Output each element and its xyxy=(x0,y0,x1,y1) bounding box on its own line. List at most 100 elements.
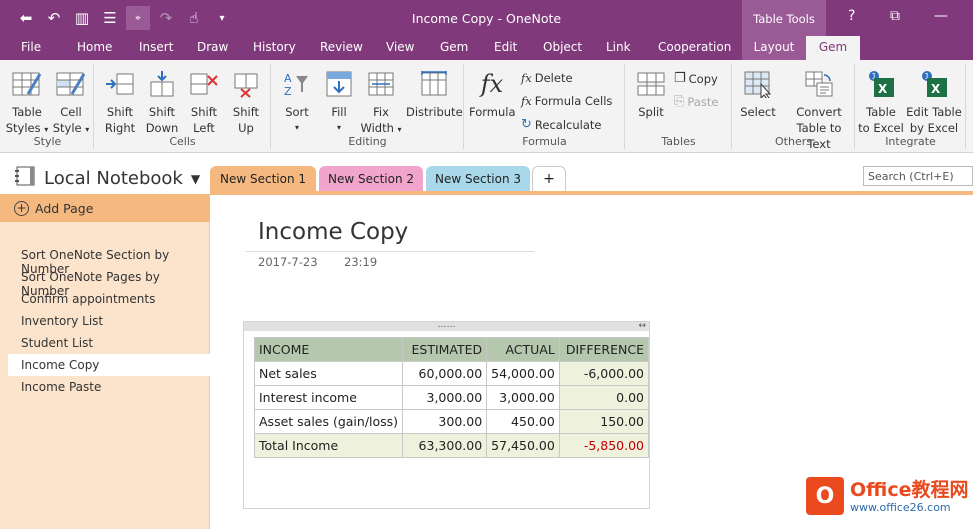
page-item[interactable]: Confirm appointments xyxy=(8,288,210,310)
edit-table-by-excel-button[interactable]: 1X Edit Table by Excel xyxy=(904,66,964,136)
table-cell[interactable]: 3,000.00 xyxy=(486,385,560,410)
copy-button[interactable]: ❐ Copy xyxy=(674,71,718,86)
table-cell[interactable]: 60,000.00 xyxy=(402,361,488,386)
tab-gem[interactable]: Gem xyxy=(440,40,468,54)
tab-draw[interactable]: Draw xyxy=(197,40,228,54)
notebook-selector[interactable]: Local Notebook ▼ xyxy=(14,166,200,191)
group-label: Style xyxy=(33,135,62,148)
shift-left-button[interactable]: Shift Left xyxy=(181,66,227,136)
split-button[interactable]: Split xyxy=(628,66,674,120)
fill-label: Fill xyxy=(331,105,347,119)
fix-width-icon xyxy=(365,68,397,100)
distribute-button[interactable]: Distribute xyxy=(406,66,463,120)
table-cell[interactable]: 0.00 xyxy=(558,385,650,410)
table-cell[interactable]: 3,000.00 xyxy=(402,385,488,410)
tab-file[interactable]: File xyxy=(21,40,41,54)
tab-gem-table[interactable]: Gem xyxy=(806,36,860,61)
header-cell[interactable]: ESTIMATED xyxy=(402,337,488,362)
table-cell[interactable]: 300.00 xyxy=(402,409,488,434)
table-cell[interactable]: Asset sales (gain/loss) xyxy=(253,409,404,434)
note-container[interactable]: …… ↔ INCOME ESTIMATED ACTUAL DIFFERENCE N… xyxy=(243,321,650,509)
page-item[interactable]: Sort OneNote Section by Number xyxy=(8,244,210,276)
page-item[interactable]: Income Paste xyxy=(8,376,210,398)
table-cell[interactable]: -6,000.00 xyxy=(558,361,650,386)
table-cell[interactable]: 150.00 xyxy=(558,409,650,434)
table-cell[interactable]: -5,850.00 xyxy=(558,433,650,458)
chevron-down-icon: ▼ xyxy=(190,171,201,186)
recalculate-button[interactable]: ↻ Recalculate xyxy=(521,117,601,132)
distribute-icon xyxy=(418,68,450,100)
help-button[interactable]: ? xyxy=(848,8,855,24)
table-cell[interactable]: 450.00 xyxy=(486,409,560,434)
sort-button[interactable]: AZ Sort ▾ xyxy=(274,66,320,136)
chevron-down-icon: ▾ xyxy=(85,125,90,134)
delete-formula-button[interactable]: fx Delete xyxy=(521,71,573,85)
select-label: Select xyxy=(740,105,776,119)
shift-up-button[interactable]: Shift Up xyxy=(223,66,269,136)
tab-object[interactable]: Object xyxy=(543,40,582,54)
chevron-down-icon: ▾ xyxy=(397,125,402,134)
table-to-excel-button[interactable]: 1X Table to Excel xyxy=(858,66,904,136)
table-row: Net sales 60,000.00 54,000.00 -6,000.00 xyxy=(253,361,650,386)
shift-right-button[interactable]: Shift Right xyxy=(97,66,143,136)
page-item-selected[interactable]: Income Copy xyxy=(8,354,210,376)
table-cell[interactable]: Interest income xyxy=(253,385,404,410)
add-section-button[interactable]: + xyxy=(532,166,566,192)
tab-insert[interactable]: Insert xyxy=(139,40,173,54)
page-title[interactable]: Income Copy xyxy=(258,219,408,245)
table-styles-button[interactable]: Table Styles ▾ xyxy=(4,66,50,138)
select-table-icon xyxy=(742,68,774,100)
ribbon-tabs: File Home Insert Draw History Review Vie… xyxy=(0,36,973,61)
group-tables: Split ❐ Copy ⎘ Paste Tables xyxy=(626,64,732,149)
table-cell[interactable]: 54,000.00 xyxy=(486,361,560,386)
tab-cooperation[interactable]: Cooperation xyxy=(658,40,731,54)
section-tab-2[interactable]: New Section 2 xyxy=(319,166,423,192)
formula-label: Formula xyxy=(469,105,516,119)
split-table-icon xyxy=(635,68,667,100)
delete-label: Delete xyxy=(534,71,573,85)
paste-button[interactable]: ⎘ Paste xyxy=(674,94,718,109)
tab-layout[interactable]: Layout xyxy=(742,36,806,60)
table-cell[interactable]: Total Income xyxy=(253,433,404,458)
formula-button[interactable]: fx Formula xyxy=(469,66,516,120)
header-cell[interactable]: ACTUAL xyxy=(486,337,560,362)
add-page-button[interactable]: + Add Page xyxy=(0,194,210,222)
tab-review[interactable]: Review xyxy=(320,40,363,54)
distribute-label: Distribute xyxy=(406,105,463,119)
cell-style-label-2: Style xyxy=(52,121,82,135)
select-button[interactable]: Select xyxy=(735,66,781,120)
header-cell[interactable]: INCOME xyxy=(253,337,404,362)
excel-edit-icon: 1X xyxy=(918,68,950,100)
table-cell[interactable]: 63,300.00 xyxy=(402,433,488,458)
tab-edit[interactable]: Edit xyxy=(494,40,517,54)
fill-icon xyxy=(323,68,355,100)
page-time: 23:19 xyxy=(344,255,378,269)
chevron-down-icon: ▾ xyxy=(336,123,341,132)
minimize-icon[interactable]: — xyxy=(934,8,948,24)
cell-style-button[interactable]: Cell Style ▾ xyxy=(48,66,94,138)
search-input[interactable]: Search (Ctrl+E) xyxy=(863,166,973,186)
table-cell[interactable]: Net sales xyxy=(253,361,404,386)
svg-text:X: X xyxy=(878,82,888,96)
fill-button[interactable]: Fill ▾ xyxy=(316,66,362,136)
section-tab-1[interactable]: New Section 1 xyxy=(210,166,316,192)
window-title: Income Copy - OneNote xyxy=(411,11,562,26)
page-item[interactable]: Sort OneNote Pages by Number xyxy=(8,266,210,298)
sort-icon: AZ xyxy=(281,68,313,100)
tab-history[interactable]: History xyxy=(253,40,296,54)
formula-cells-button[interactable]: fx Formula Cells xyxy=(521,94,612,108)
section-tab-3[interactable]: New Section 3 xyxy=(426,166,530,192)
restore-ribbon-icon[interactable]: ⧉ xyxy=(890,8,900,24)
table-cell[interactable]: 57,450.00 xyxy=(486,433,560,458)
tab-link[interactable]: Link xyxy=(606,40,631,54)
page-item[interactable]: Student List xyxy=(8,332,210,354)
page-item[interactable]: Inventory List xyxy=(8,310,210,332)
tab-view[interactable]: View xyxy=(386,40,414,54)
resize-arrows-icon[interactable]: ↔ xyxy=(638,322,646,331)
shift-down-button[interactable]: Shift Down xyxy=(139,66,185,136)
tab-home[interactable]: Home xyxy=(77,40,112,54)
container-handle[interactable]: …… ↔ xyxy=(244,321,649,331)
header-cell[interactable]: DIFFERENCE xyxy=(558,337,650,362)
office-logo-icon: O xyxy=(806,477,844,515)
fix-width-button[interactable]: Fix Width ▾ xyxy=(358,66,404,138)
